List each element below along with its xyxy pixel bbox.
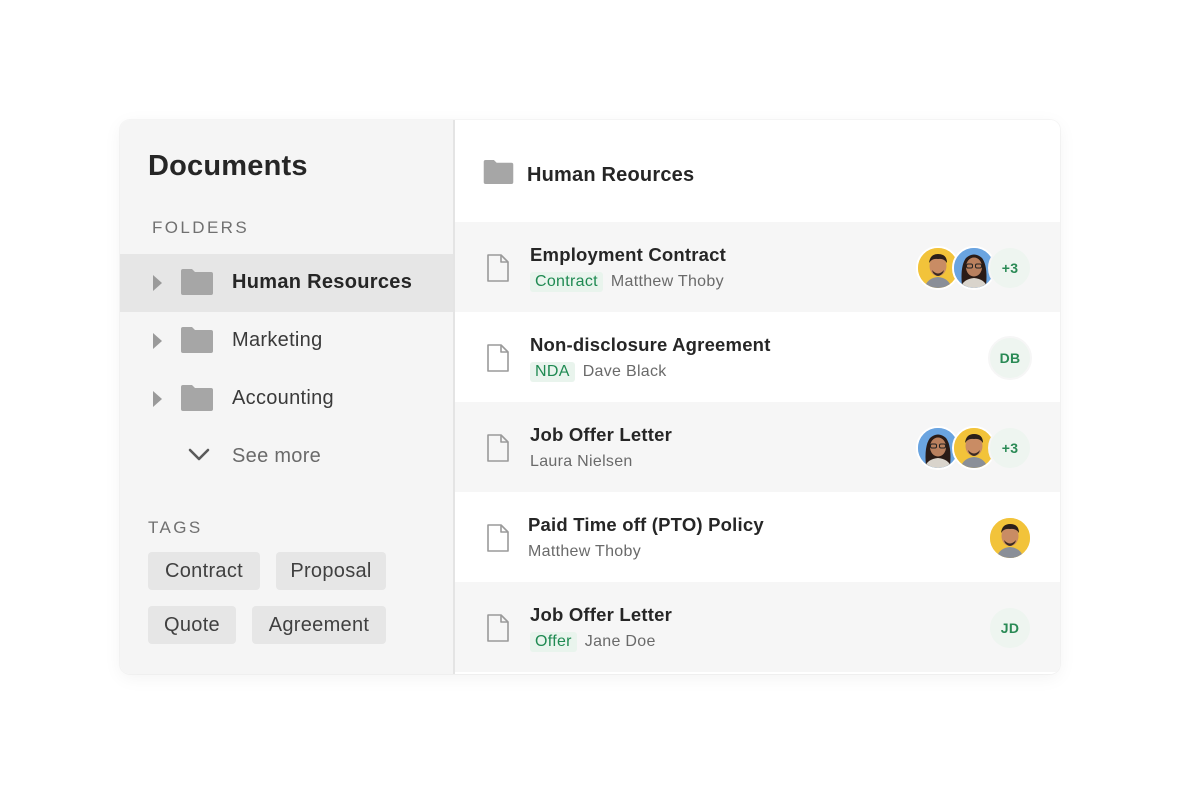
document-meta: NDA Dave Black [530,361,667,383]
document-row[interactable]: Job Offer Letter Offer Jane Doe JD [455,582,1060,672]
folder-icon [181,327,213,353]
document-title: Non-disclosure Agreement [530,334,771,355]
file-icon [487,254,509,282]
tag-agreement[interactable]: Agreement [252,606,386,644]
chevron-down-icon [188,448,210,461]
document-owner: Laura Nielsen [530,453,633,470]
avatar-initials: JD [988,606,1032,650]
tag-proposal[interactable]: Proposal [276,552,386,590]
tag-contract[interactable]: Contract [148,552,260,590]
collaborator-avatars[interactable]: +3 [916,246,1032,290]
avatar [988,516,1032,560]
folder-icon [181,385,213,411]
caret-right-icon[interactable] [153,333,162,349]
extra-collaborators-count[interactable]: +3 [988,426,1032,470]
document-row[interactable]: Employment Contract Contract Matthew Tho… [455,222,1060,312]
document-tag-badge[interactable]: Offer [530,632,577,652]
sidebar-item-human-resources[interactable]: Human Resources [120,254,453,312]
folder-header: Human Reources [455,120,1060,222]
document-list-panel: Human Reources Employment Contract Contr… [455,120,1060,674]
document-tag-badge[interactable]: NDA [530,362,575,382]
folder-title: Human Reources [527,164,695,186]
document-title: Paid Time off (PTO) Policy [528,514,764,535]
file-icon [487,434,509,462]
documents-card: Documents FOLDERS Human Resources Market… [120,120,1060,674]
caret-right-icon[interactable] [153,275,162,291]
document-row[interactable]: Paid Time off (PTO) Policy Matthew Thoby [455,492,1060,582]
collaborator-avatars[interactable] [988,516,1032,560]
sidebar-item-accounting[interactable]: Accounting [120,370,453,428]
extra-collaborators-count[interactable]: +3 [988,246,1032,290]
document-owner: Matthew Thoby [528,543,641,560]
file-icon [487,344,509,372]
sidebar-item-label: Human Resources [232,271,413,293]
sidebar: Documents FOLDERS Human Resources Market… [120,120,455,674]
document-meta: Matthew Thoby [528,541,641,563]
sidebar-item-marketing[interactable]: Marketing [120,312,453,370]
tag-quote[interactable]: Quote [148,606,236,644]
avatar-initials: DB [988,336,1032,380]
document-title: Job Offer Letter [530,604,672,625]
document-owner: Dave Black [582,363,667,380]
collaborator-avatars[interactable]: DB [988,336,1032,380]
collaborator-avatars[interactable]: +3 [916,426,1032,470]
caret-right-icon[interactable] [153,391,162,407]
document-meta: Laura Nielsen [530,451,633,473]
collaborator-avatars[interactable]: JD [988,606,1032,650]
folder-icon [181,269,213,295]
document-meta: Offer Jane Doe [530,631,656,653]
folder-icon [483,160,514,184]
sidebar-item-label: Marketing [232,329,323,351]
document-owner: Matthew Thoby [610,273,724,290]
document-title: Employment Contract [530,244,727,265]
document-row[interactable]: Non-disclosure Agreement NDA Dave Black … [455,312,1060,402]
document-row[interactable]: Job Offer Letter Laura Nielsen +3 [455,402,1060,492]
document-owner: Jane Doe [584,633,656,650]
man-photo-icon [990,518,1030,558]
document-tag-badge[interactable]: Contract [530,272,603,292]
sidebar-item-label: Accounting [232,387,334,409]
folders-section-label: FOLDERS [152,218,250,237]
file-icon [487,524,509,552]
file-icon [487,614,509,642]
see-more-button[interactable]: See more [120,432,453,482]
document-meta: Contract Matthew Thoby [530,271,724,293]
tags-section-label: TAGS [148,518,203,537]
sidebar-title: Documents [148,150,308,182]
document-title: Job Offer Letter [530,424,672,445]
see-more-label: See more [232,445,322,467]
